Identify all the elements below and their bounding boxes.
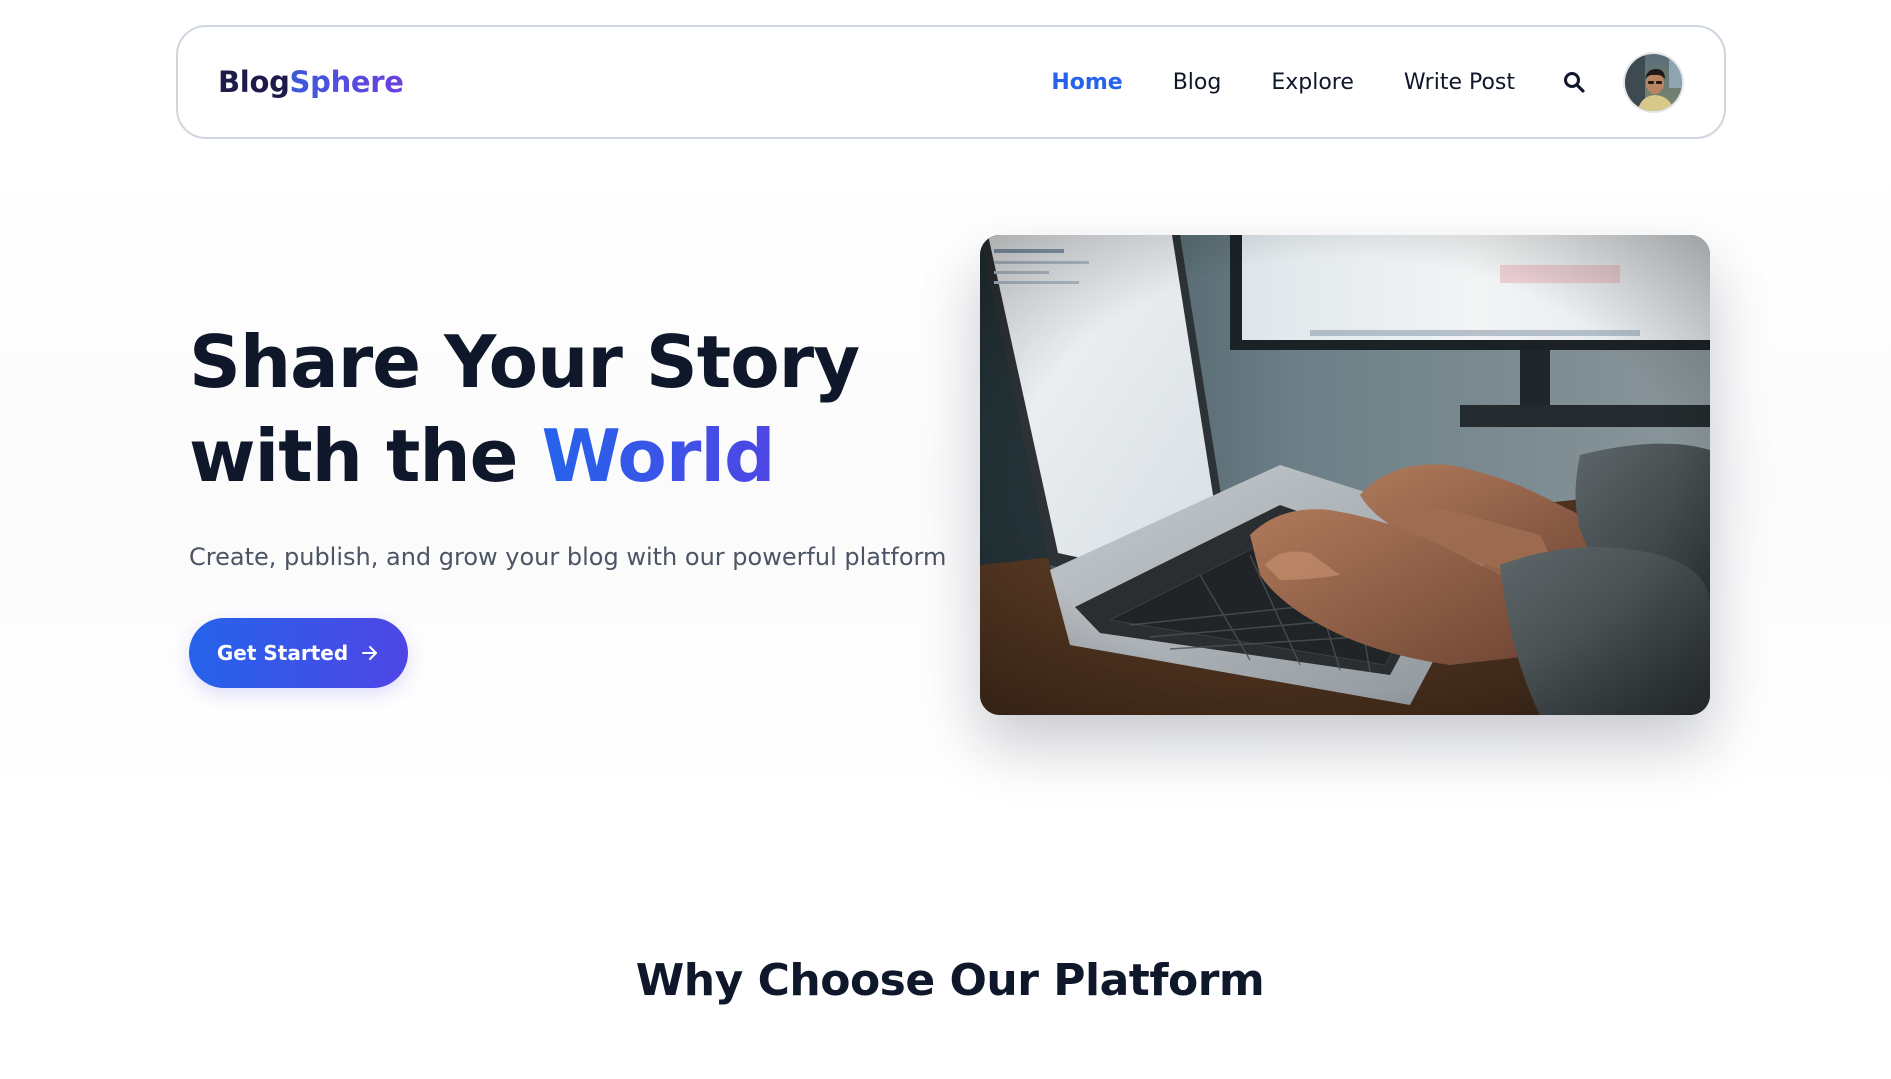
hero-title-line1: Share Your Story bbox=[189, 320, 860, 404]
hero-title: Share Your Story with the World bbox=[189, 315, 860, 503]
hero-subtitle: Create, publish, and grow your blog with… bbox=[189, 543, 947, 571]
hero-image bbox=[980, 235, 1710, 715]
get-started-label: Get Started bbox=[216, 641, 349, 665]
avatar-photo-icon bbox=[1625, 53, 1682, 111]
hero-title-line2-prefix: with the bbox=[189, 414, 542, 498]
brand-name-part2: Sphere bbox=[289, 65, 404, 99]
page: BlogSphere Home Blog Explore Write Post bbox=[0, 0, 1891, 1079]
user-avatar[interactable] bbox=[1623, 51, 1684, 113]
arrow-right-icon bbox=[362, 646, 378, 660]
brand-name-part1: Blog bbox=[218, 65, 290, 99]
nav-links: Home Blog Explore Write Post bbox=[1051, 70, 1515, 95]
hero-title-accent: World bbox=[541, 414, 776, 498]
navbar: BlogSphere Home Blog Explore Write Post bbox=[176, 25, 1726, 139]
brand-logo[interactable]: BlogSphere bbox=[218, 65, 404, 99]
nav-item-write-post[interactable]: Write Post bbox=[1404, 70, 1515, 95]
section-title-why-choose: Why Choose Our Platform bbox=[635, 955, 1265, 1006]
search-button[interactable] bbox=[1559, 67, 1589, 97]
laptop-typing-photo bbox=[980, 235, 1710, 715]
search-icon bbox=[1564, 72, 1585, 93]
nav-item-explore[interactable]: Explore bbox=[1271, 70, 1354, 95]
nav-item-blog[interactable]: Blog bbox=[1173, 70, 1222, 95]
nav-item-home[interactable]: Home bbox=[1051, 70, 1122, 95]
get-started-button[interactable]: Get Started bbox=[189, 618, 408, 688]
